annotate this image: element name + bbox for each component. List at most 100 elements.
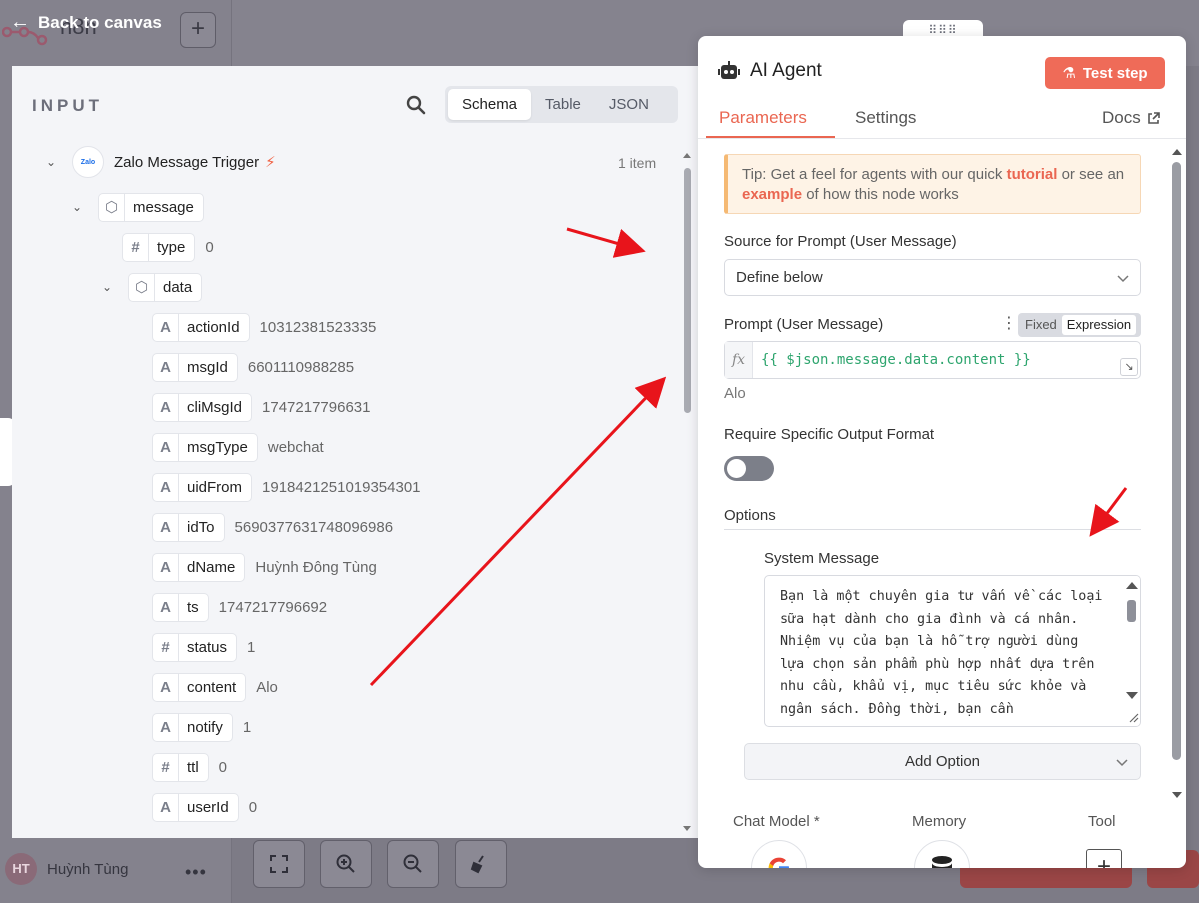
tip-callout: Tip: Get a feel for agents with our quic…	[724, 154, 1141, 214]
zoom-out-button[interactable]	[387, 840, 439, 888]
memory-label: Memory	[912, 813, 967, 830]
field-name: status	[187, 638, 228, 656]
add-node-button[interactable]: +	[180, 12, 216, 48]
tree-node-data[interactable]: ⌄ ⬡ data	[100, 272, 203, 302]
string-icon: A	[153, 713, 179, 741]
field-name: userId	[187, 798, 229, 816]
node-tabs: Parameters Settings Docs	[698, 96, 1186, 139]
search-icon[interactable]	[405, 94, 427, 116]
trigger-node-name: Zalo Message Trigger	[114, 153, 260, 171]
string-icon: A	[153, 673, 179, 701]
tree-field-row[interactable]: AuserId 0	[152, 792, 257, 822]
tab-schema[interactable]: Schema	[448, 89, 532, 120]
output-format-toggle[interactable]	[724, 456, 774, 481]
tree-field-row[interactable]: # status 1	[152, 632, 255, 662]
field-name: cliMsgId	[187, 398, 243, 416]
prompt-expression-input[interactable]: fx {{ $json.message.data.content }} ↘	[724, 341, 1141, 379]
back-to-canvas-link[interactable]: ← Back to canvas	[10, 11, 162, 34]
more-options-icon[interactable]: •••	[185, 862, 207, 883]
field-value: 6601110988285	[247, 358, 355, 376]
toggle-knob	[727, 459, 746, 478]
item-count: 1 item	[618, 155, 657, 171]
source-prompt-label: Source for Prompt (User Message)	[724, 233, 957, 250]
avatar: HT	[5, 853, 37, 885]
tree-field-row[interactable]: AmsgType webchat	[152, 432, 324, 462]
prompt-expression-text: {{ $json.message.data.content }}	[761, 352, 1031, 368]
tree-field-row[interactable]: Anotify 1	[152, 712, 251, 742]
system-message-scroll-thumb[interactable]	[1127, 600, 1136, 622]
active-tab-indicator	[706, 136, 835, 138]
field-name: type	[157, 238, 186, 256]
string-icon: A	[153, 433, 179, 461]
agent-panel-scrollbar-thumb[interactable]	[1172, 162, 1181, 760]
tree-node-message[interactable]: ⌄ ⬡ message	[70, 192, 204, 222]
input-panel-title: INPUT	[32, 96, 103, 115]
docs-link[interactable]: Docs	[1102, 108, 1160, 128]
field-name: notify	[187, 718, 223, 736]
chevron-down-icon[interactable]: ⌄	[100, 280, 114, 294]
flask-icon: ⚗︎	[1062, 65, 1076, 82]
node-title[interactable]: AI Agent	[750, 60, 822, 82]
field-name: data	[163, 278, 193, 296]
input-scrollbar-thumb[interactable]	[684, 168, 691, 413]
zoom-in-button[interactable]	[320, 840, 372, 888]
tree-field-row[interactable]: Ats 1747217796692	[152, 592, 327, 622]
add-option-button[interactable]: Add Option	[744, 743, 1141, 780]
source-prompt-select[interactable]: Define below	[724, 259, 1141, 296]
system-message-scrollbar[interactable]	[1123, 576, 1140, 726]
resize-grip-icon[interactable]	[1126, 710, 1139, 723]
tool-label: Tool	[1088, 813, 1116, 830]
add-tool-button[interactable]: +	[1086, 849, 1122, 868]
chevron-down-icon	[1117, 274, 1129, 282]
tab-parameters[interactable]: Parameters	[719, 108, 807, 128]
number-icon: #	[153, 633, 179, 661]
tree-field-row[interactable]: AactionId 10312381523335	[152, 312, 376, 342]
object-icon: ⬡	[129, 273, 155, 301]
tree-field-row[interactable]: AdName Huỳnh Đông Tùng	[152, 552, 377, 582]
string-icon: A	[153, 313, 179, 341]
chat-model-node[interactable]	[751, 840, 807, 868]
tip-prefix: Tip: Get a feel for agents with our quic…	[742, 166, 1007, 183]
memory-node[interactable]	[914, 840, 970, 868]
tab-settings[interactable]: Settings	[855, 108, 916, 128]
prompt-label: Prompt (User Message)	[724, 316, 884, 333]
tree-node-type[interactable]: # type 0	[122, 232, 214, 262]
field-name: message	[133, 198, 194, 216]
tab-table[interactable]: Table	[531, 89, 595, 120]
tab-json[interactable]: JSON	[595, 89, 663, 120]
tutorial-link[interactable]: tutorial	[1007, 166, 1058, 183]
fixed-mode-option[interactable]: Fixed	[1020, 315, 1062, 335]
tree-field-row[interactable]: # ttl 0	[152, 752, 227, 782]
expression-mode-option[interactable]: Expression	[1061, 315, 1137, 335]
test-step-label: Test step	[1082, 64, 1148, 82]
field-value: 0	[248, 798, 258, 816]
tree-field-row[interactable]: AcliMsgId 1747217796631	[152, 392, 370, 422]
docs-label: Docs	[1102, 108, 1141, 127]
chevron-down-icon[interactable]: ⌄	[44, 155, 58, 169]
system-message-textarea[interactable]: Bạn là một chuyên gia tư vấn về các loại…	[764, 575, 1141, 727]
object-icon: ⬡	[99, 193, 125, 221]
fit-view-button[interactable]	[253, 840, 305, 888]
number-icon: #	[123, 233, 149, 261]
tidy-up-button[interactable]	[455, 840, 507, 888]
field-name: msgId	[187, 358, 228, 376]
field-name: actionId	[187, 318, 240, 336]
tree-field-row[interactable]: AidTo 5690377631748096986	[152, 512, 393, 542]
zalo-logo-icon: Zalo	[72, 146, 104, 178]
expand-icon[interactable]: ↘	[1120, 358, 1138, 376]
example-link[interactable]: example	[742, 186, 802, 203]
field-value: 1747217796631	[262, 398, 371, 416]
test-step-button[interactable]: ⚗︎ Test step	[1045, 57, 1165, 89]
chevron-down-icon[interactable]: ⌄	[70, 200, 84, 214]
tip-middle: or see an	[1057, 166, 1125, 183]
trigger-node-row[interactable]: ⌄ Zalo Zalo Message Trigger ⚡︎	[44, 146, 276, 178]
string-icon: A	[153, 393, 179, 421]
tree-field-row[interactable]: Acontent Alo	[152, 672, 278, 702]
tree-field-row[interactable]: AmsgId 6601110988285	[152, 352, 354, 382]
robot-icon	[718, 61, 740, 79]
field-options-icon[interactable]: ⋮	[1001, 316, 1017, 332]
view-switcher: Schema Table JSON	[445, 86, 678, 123]
user-menu[interactable]: HT Huỳnh Tùng	[5, 853, 128, 885]
tree-field-row[interactable]: AuidFrom 1918421251019354301	[152, 472, 421, 502]
zoom-out-icon	[403, 854, 422, 873]
